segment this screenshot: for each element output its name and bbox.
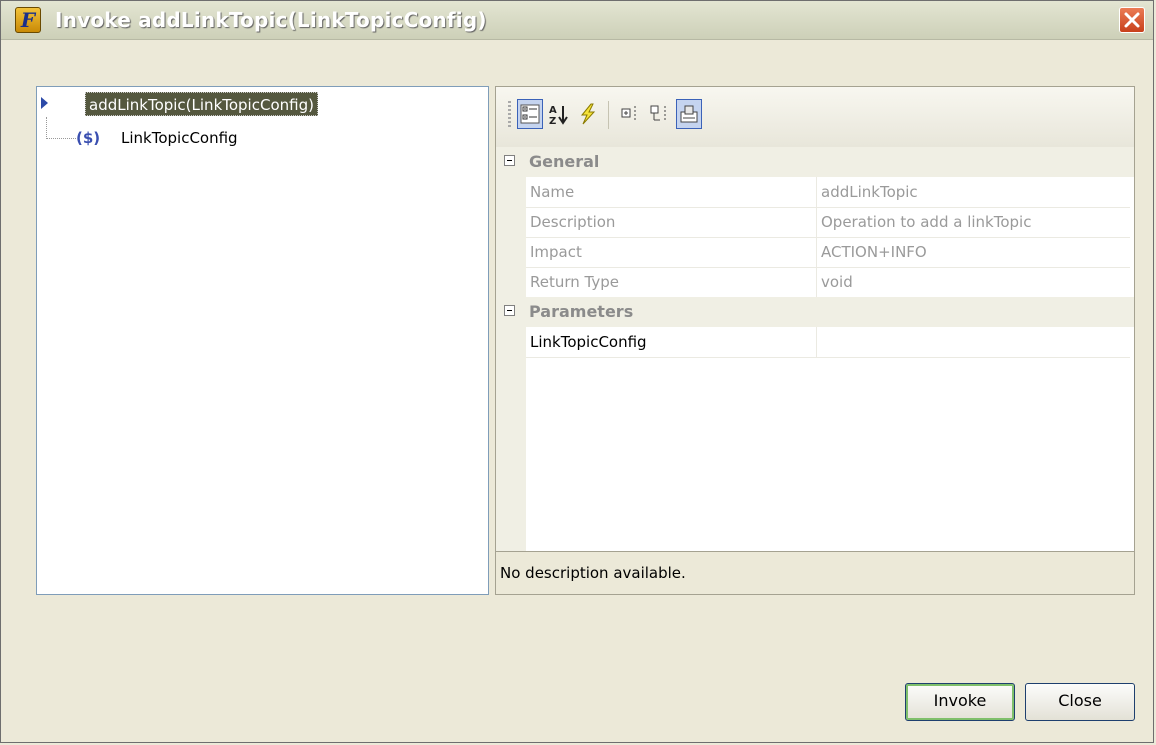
property-row-description[interactable]: Description Operation to add a linkTopic — [526, 207, 1130, 238]
app-icon: F — [15, 7, 41, 33]
categorized-icon[interactable] — [517, 99, 543, 129]
tree-connector-line — [46, 117, 47, 139]
expand-all-icon[interactable] — [618, 99, 644, 129]
property-pages-icon[interactable] — [676, 99, 702, 129]
alphabetical-sort-icon[interactable]: A Z — [546, 99, 572, 129]
grid-gutter — [496, 147, 526, 551]
property-toolbar: A Z — [496, 87, 1134, 148]
property-row-return-type[interactable]: Return Type void — [526, 267, 1130, 298]
property-row-impact[interactable]: Impact ACTION+INFO — [526, 237, 1130, 268]
property-grid-body: General Name addLinkTopic Description Op… — [496, 147, 1134, 551]
category-parameters[interactable]: Parameters — [496, 297, 1134, 327]
tree-item-linktopicconfig[interactable]: LinkTopicConfig — [121, 127, 238, 149]
events-lightning-icon[interactable] — [575, 99, 601, 129]
invoke-dialog: F Invoke addLinkTopic(LinkTopicConfig) a… — [0, 0, 1154, 743]
property-grid: A Z General Name addLinkTopic Descriptio… — [495, 86, 1135, 595]
property-value: addLinkTopic — [816, 177, 1130, 207]
window-title: Invoke addLinkTopic(LinkTopicConfig) — [55, 8, 487, 32]
close-x-icon[interactable] — [1119, 7, 1145, 33]
operation-tree[interactable]: addLinkTopic(LinkTopicConfig) ($) LinkTo… — [36, 86, 489, 595]
tree-connector-line — [46, 138, 76, 139]
close-button[interactable]: Close — [1025, 683, 1135, 721]
category-general[interactable]: General — [496, 147, 1134, 177]
category-label: General — [529, 152, 600, 171]
property-name: Description — [530, 213, 616, 231]
category-label: Parameters — [529, 302, 634, 321]
property-name: Impact — [530, 243, 582, 261]
parameter-icon: ($) — [76, 129, 101, 147]
svg-text:Z: Z — [549, 116, 556, 125]
invoke-button[interactable]: Invoke — [905, 683, 1015, 721]
collapse-toggle-icon[interactable] — [504, 155, 515, 166]
toolbar-separator — [608, 101, 609, 129]
property-value: Operation to add a linkTopic — [816, 207, 1130, 237]
toolbar-grip[interactable] — [508, 101, 511, 129]
property-value: void — [816, 267, 1130, 297]
property-row-linktopicconfig[interactable]: LinkTopicConfig — [526, 327, 1130, 358]
property-value: ACTION+INFO — [816, 237, 1130, 267]
tree-root-item[interactable]: addLinkTopic(LinkTopicConfig) — [85, 92, 318, 116]
property-name: Name — [530, 183, 575, 201]
svg-text:A: A — [549, 105, 557, 116]
property-row-name[interactable]: Name addLinkTopic — [526, 177, 1130, 208]
tree-expand-arrow-icon[interactable] — [41, 97, 48, 109]
collapse-all-icon[interactable] — [647, 99, 673, 129]
collapse-toggle-icon[interactable] — [504, 305, 515, 316]
parameter-value-field[interactable] — [816, 327, 1130, 357]
description-pane: No description available. — [496, 551, 1134, 594]
property-name: Return Type — [530, 273, 619, 291]
title-bar[interactable]: F Invoke addLinkTopic(LinkTopicConfig) — [1, 1, 1153, 40]
property-name: LinkTopicConfig — [530, 333, 647, 351]
